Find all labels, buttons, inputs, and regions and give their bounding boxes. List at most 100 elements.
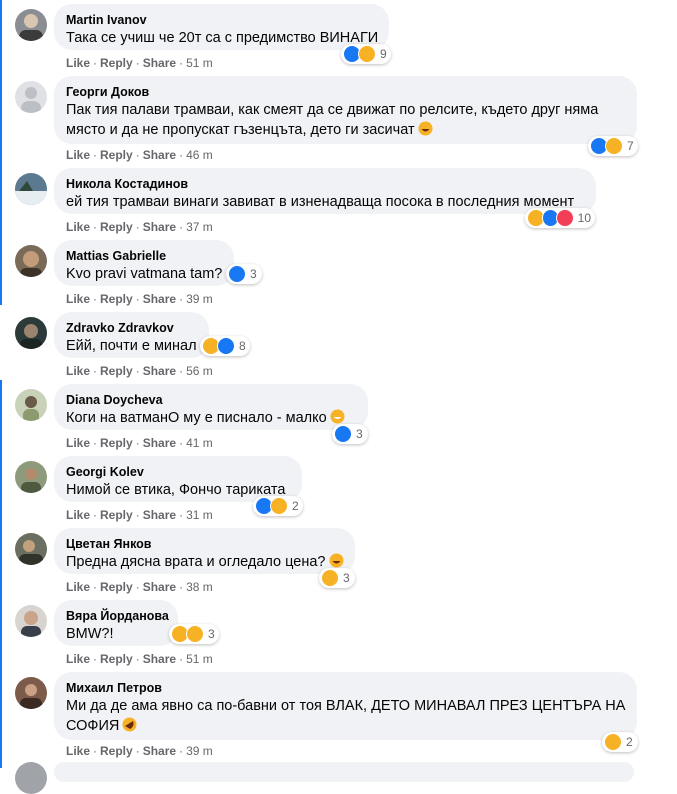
- timestamp[interactable]: 56 m: [186, 364, 213, 378]
- comment-bubble: Михаил Петров Ми да де ама явно са по-ба…: [54, 672, 637, 740]
- reactions-summary[interactable]: 3: [332, 424, 368, 444]
- like-link[interactable]: Like: [66, 56, 90, 70]
- avatar[interactable]: [15, 461, 47, 493]
- love-reaction-icon: [556, 209, 574, 227]
- comment-text: Предна дясна врата и огледало цена?: [66, 554, 326, 570]
- reaction-count: 2: [292, 499, 299, 513]
- share-link[interactable]: Share: [143, 364, 176, 378]
- reactions-summary[interactable]: 10: [525, 208, 595, 228]
- comment-text: Коги на ватманО му е писнало - малко: [66, 410, 327, 426]
- timestamp[interactable]: 31 m: [186, 508, 213, 522]
- comment-bubble: Вяра Йорданова BMW?!: [54, 600, 178, 646]
- avatar[interactable]: [15, 533, 47, 565]
- share-link[interactable]: Share: [143, 292, 176, 306]
- reactions-summary[interactable]: 7: [588, 136, 638, 156]
- reply-link[interactable]: Reply: [100, 220, 133, 234]
- timestamp[interactable]: 39 m: [186, 292, 213, 306]
- comment-actions: Like · Reply · Share · 37 m: [66, 220, 213, 234]
- comment-actions: Like · Reply · Share · 56 m: [66, 364, 213, 378]
- avatar[interactable]: [15, 762, 47, 794]
- timestamp[interactable]: 51 m: [186, 652, 213, 666]
- like-link[interactable]: Like: [66, 148, 90, 162]
- like-link[interactable]: Like: [66, 652, 90, 666]
- avatar[interactable]: [15, 173, 47, 205]
- timestamp[interactable]: 38 m: [186, 580, 213, 594]
- share-link[interactable]: Share: [143, 148, 176, 162]
- avatar[interactable]: [15, 389, 47, 421]
- avatar[interactable]: [15, 677, 47, 709]
- comment-bubble: Цветан Янков Предна дясна врата и огледа…: [54, 528, 355, 574]
- comment-actions: Like · Reply · Share · 41 m: [66, 436, 213, 450]
- reactions-summary[interactable]: 3: [319, 568, 355, 588]
- reply-link[interactable]: Reply: [100, 364, 133, 378]
- avatar[interactable]: [15, 81, 47, 113]
- share-link[interactable]: Share: [143, 580, 176, 594]
- like-link[interactable]: Like: [66, 292, 90, 306]
- commenter-name[interactable]: Никола Костадинов: [66, 176, 584, 192]
- reactions-summary[interactable]: 9: [341, 44, 391, 64]
- commenter-name[interactable]: Zdravko Zdravkov: [66, 320, 197, 336]
- avatar[interactable]: [15, 317, 47, 349]
- reply-link[interactable]: Reply: [100, 436, 133, 450]
- haha-emoji: [418, 121, 433, 142]
- timestamp[interactable]: 39 m: [186, 744, 213, 758]
- comment-text: Kvo pravi vatmana tam?: [66, 266, 223, 282]
- commenter-name[interactable]: Михаил Петров: [66, 680, 625, 696]
- comment-bubble: [54, 762, 634, 782]
- thread-line: [0, 380, 2, 768]
- reactions-summary[interactable]: 2: [602, 732, 638, 752]
- comment-actions: Like · Reply · Share · 46 m: [66, 148, 213, 162]
- reply-link[interactable]: Reply: [100, 744, 133, 758]
- commenter-name[interactable]: Diana Doycheva: [66, 392, 356, 408]
- timestamp[interactable]: 51 m: [186, 56, 213, 70]
- reply-link[interactable]: Reply: [100, 652, 133, 666]
- reaction-count: 3: [250, 267, 257, 281]
- share-link[interactable]: Share: [143, 220, 176, 234]
- reactions-summary[interactable]: 3: [169, 624, 219, 644]
- like-reaction-icon: [334, 425, 352, 443]
- avatar[interactable]: [15, 245, 47, 277]
- reply-link[interactable]: Reply: [100, 148, 133, 162]
- commenter-name[interactable]: Martin Ivanov: [66, 12, 377, 28]
- like-reaction-icon: [217, 337, 235, 355]
- timestamp[interactable]: 37 m: [186, 220, 213, 234]
- haha-reaction-icon: [270, 497, 288, 515]
- share-link[interactable]: Share: [143, 56, 176, 70]
- commenter-name[interactable]: Mattias Gabrielle: [66, 248, 222, 264]
- wow-reaction-icon: [186, 625, 204, 643]
- like-link[interactable]: Like: [66, 436, 90, 450]
- timestamp[interactable]: 41 m: [186, 436, 213, 450]
- reply-link[interactable]: Reply: [100, 292, 133, 306]
- like-link[interactable]: Like: [66, 580, 90, 594]
- comment-actions: Like · Reply · Share · 51 m: [66, 56, 213, 70]
- comment-actions: Like · Reply · Share · 38 m: [66, 580, 213, 594]
- thread-line: [0, 0, 2, 305]
- share-link[interactable]: Share: [143, 436, 176, 450]
- commenter-name[interactable]: Цветан Янков: [66, 536, 343, 552]
- reactions-summary[interactable]: 2: [253, 496, 303, 516]
- comment-text: Пак тия палави трамваи, как смеят да се …: [66, 102, 599, 118]
- share-link[interactable]: Share: [143, 744, 176, 758]
- reply-link[interactable]: Reply: [100, 56, 133, 70]
- comment-text: ей тия трамваи винаги завиват в изненадв…: [66, 194, 575, 210]
- like-link[interactable]: Like: [66, 364, 90, 378]
- comment-bubble: Diana Doycheva Коги на ватманО му е писн…: [54, 384, 368, 430]
- avatar[interactable]: [15, 605, 47, 637]
- commenter-name[interactable]: Георги Доков: [66, 84, 625, 100]
- avatar[interactable]: [15, 9, 47, 41]
- reactions-summary[interactable]: 3: [226, 264, 262, 284]
- share-link[interactable]: Share: [143, 508, 176, 522]
- share-link[interactable]: Share: [143, 652, 176, 666]
- like-link[interactable]: Like: [66, 508, 90, 522]
- commenter-name[interactable]: Georgi Kolev: [66, 464, 290, 480]
- like-link[interactable]: Like: [66, 220, 90, 234]
- haha-reaction-icon: [321, 569, 339, 587]
- commenter-name[interactable]: Вяра Йорданова: [66, 608, 169, 624]
- reactions-summary[interactable]: 8: [200, 336, 250, 356]
- reply-link[interactable]: Reply: [100, 508, 133, 522]
- comment-text: СОФИЯ: [66, 718, 120, 734]
- timestamp[interactable]: 46 m: [186, 148, 213, 162]
- reply-link[interactable]: Reply: [100, 580, 133, 594]
- reaction-count: 9: [380, 47, 387, 61]
- like-link[interactable]: Like: [66, 744, 90, 758]
